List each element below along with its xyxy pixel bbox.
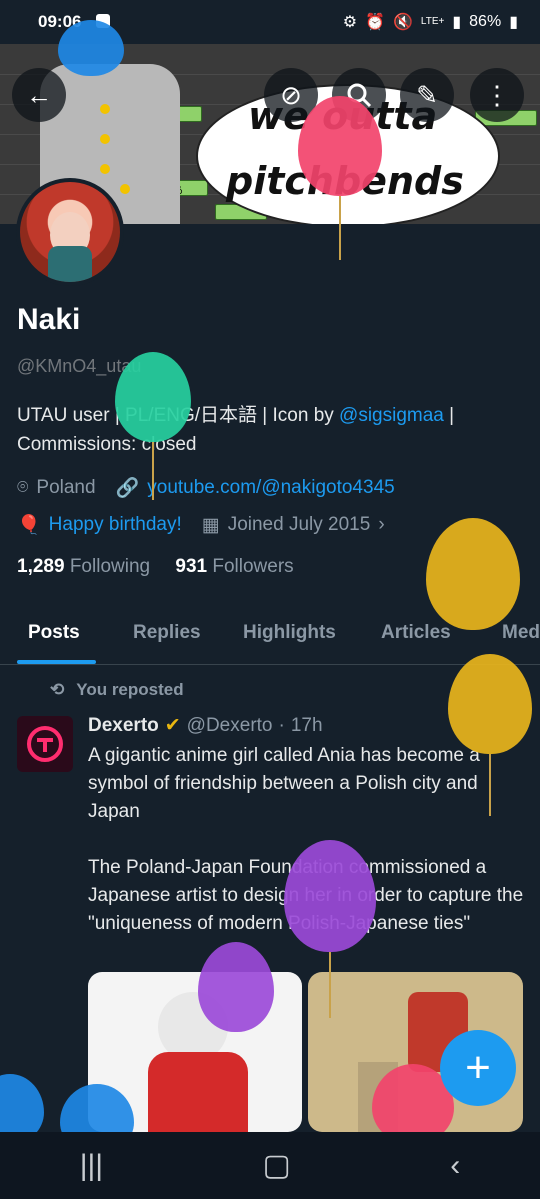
yellow-balloon-1 xyxy=(426,518,520,630)
blue-balloon-top xyxy=(58,20,124,76)
more-icon: ⋮ xyxy=(484,79,510,110)
post-separator: · xyxy=(278,714,285,736)
yellow-balloon-2 xyxy=(448,654,532,754)
home-button[interactable]: ▢ xyxy=(263,1148,291,1183)
following-link[interactable]: 1,289 Following xyxy=(17,556,150,577)
battery-icon: ▮ xyxy=(509,14,518,31)
balloon-string xyxy=(329,952,331,1018)
back-button[interactable]: ← xyxy=(12,68,66,122)
alarm-icon: ⏰ xyxy=(365,14,385,31)
mute-icon: 🔇 xyxy=(392,14,413,31)
repost-label: You reposted xyxy=(76,680,184,699)
profile-website-link[interactable]: youtube.com/@nakigoto4345 xyxy=(147,477,394,499)
tab-highlights[interactable]: Highlights xyxy=(243,622,336,644)
repost-icon: ⟲ xyxy=(50,680,65,699)
add-post-icon: + xyxy=(465,1043,491,1092)
purple-balloon-2 xyxy=(198,942,274,1032)
link-icon: 🔗 xyxy=(115,478,140,499)
followers-link[interactable]: 931 Followers xyxy=(175,556,293,577)
chevron-right-icon[interactable]: › xyxy=(378,514,384,536)
post-author-avatar[interactable] xyxy=(17,716,73,772)
back-arrow-icon: ← xyxy=(26,79,52,110)
post-author-row: Dexerto ✔ @Dexerto · 17h xyxy=(88,714,323,737)
active-tab-indicator xyxy=(17,660,96,664)
post-author-handle: @Dexerto xyxy=(186,714,273,736)
balloon-string xyxy=(339,196,341,260)
new-post-button[interactable]: + xyxy=(440,1030,516,1106)
profile-bio: UTAU user | PL/ENG/日本語 | Icon by @sigsig… xyxy=(17,401,517,459)
post-time: 17h xyxy=(290,714,323,736)
birthday-link[interactable]: Happy birthday! xyxy=(49,514,182,536)
pink-balloon-top xyxy=(298,96,382,196)
network-label: LTE+ xyxy=(420,16,445,27)
repost-header: ⟲ You reposted xyxy=(50,680,184,700)
tab-posts[interactable]: Posts xyxy=(28,622,80,644)
balloon-string xyxy=(152,442,154,500)
post-author-name[interactable]: Dexerto xyxy=(88,715,159,737)
profile-meta-row-1: ⌾ Poland 🔗 youtube.com/@nakigoto4345 xyxy=(17,476,395,500)
tab-replies[interactable]: Replies xyxy=(133,622,201,644)
no-notification-icon: ⊘ xyxy=(280,79,302,110)
status-right: ⚙ ⏰ 🔇 LTE+ ▮ 86% ▮ xyxy=(343,12,518,32)
bio-mention-link[interactable]: @sigsigmaa xyxy=(339,405,444,426)
green-balloon xyxy=(115,352,191,442)
profile-stats: 1,289 Following 931 Followers xyxy=(17,556,294,578)
birthday-icon: 🎈 xyxy=(17,515,41,536)
android-navigation-bar: ||| ▢ ‹ xyxy=(0,1132,540,1199)
edit-button[interactable]: ✎ xyxy=(400,68,454,122)
profile-location: Poland xyxy=(36,477,96,498)
more-button[interactable]: ⋮ xyxy=(470,68,524,122)
edit-icon: ✎ xyxy=(416,79,438,110)
tab-articles[interactable]: Articles xyxy=(381,622,451,644)
recent-apps-button[interactable]: ||| xyxy=(80,1149,103,1183)
system-back-button[interactable]: ‹ xyxy=(450,1149,460,1183)
battery-percent: 86% xyxy=(469,13,502,30)
profile-joined: Joined July 2015 xyxy=(227,514,371,535)
balloon-string xyxy=(489,754,491,816)
calendar-icon: ▦ xyxy=(201,514,220,536)
purple-balloon-1 xyxy=(284,840,376,952)
profile-meta-row-2: 🎈 Happy birthday! ▦ Joined July 2015 › xyxy=(17,513,385,537)
nfc-icon: ⚙ xyxy=(342,14,358,31)
tab-media[interactable]: Med xyxy=(502,622,540,644)
avatar[interactable] xyxy=(16,178,124,286)
profile-name: Naki xyxy=(17,303,81,336)
signal-icon: ▮ xyxy=(452,14,462,31)
location-icon: ⌾ xyxy=(17,477,29,498)
dexerto-logo-icon xyxy=(27,726,63,762)
verified-badge-icon: ✔ xyxy=(164,715,181,736)
